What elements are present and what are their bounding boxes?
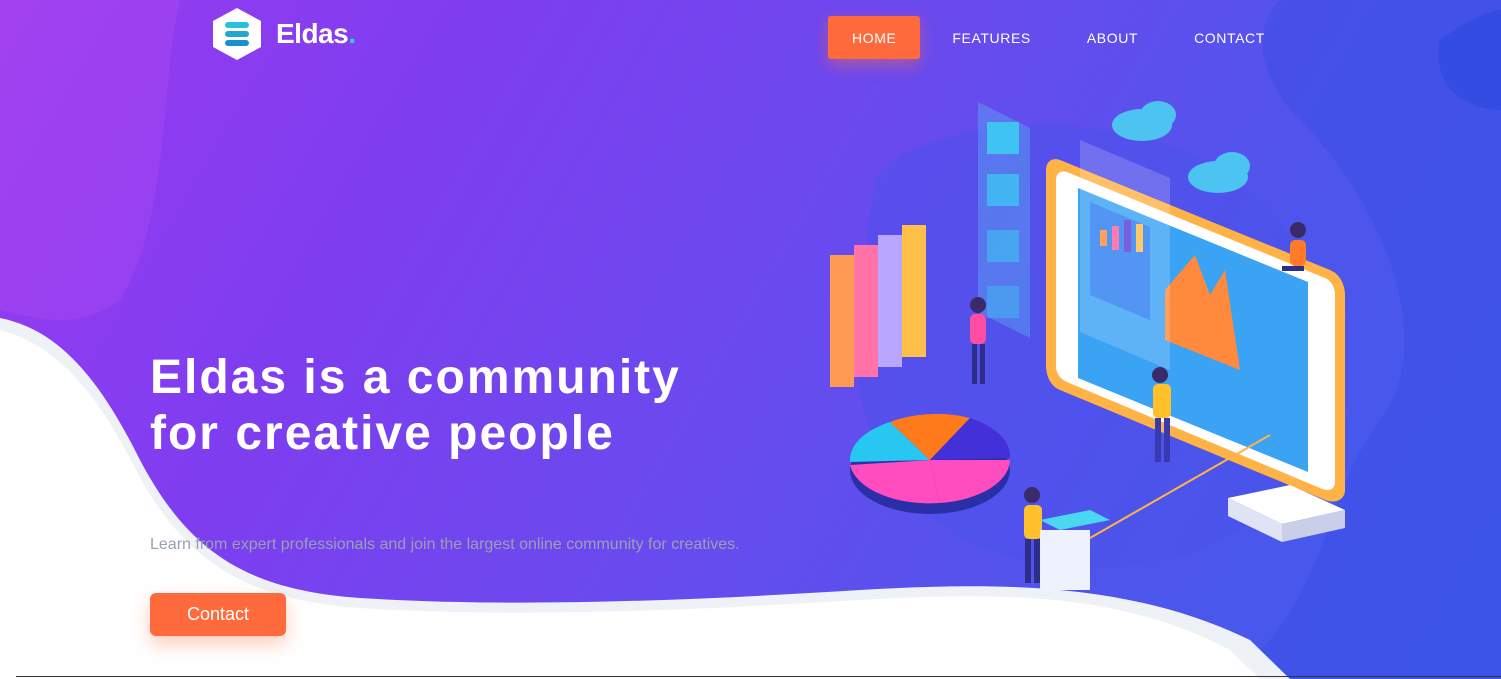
logo-hexagon-icon [213, 8, 261, 60]
brand-name: Eldas. [276, 18, 356, 50]
brand-dot: . [348, 18, 356, 49]
brand-logo[interactable]: Eldas. [210, 6, 356, 62]
nav-home-link[interactable]: HOME [828, 16, 921, 59]
hero-headline: Eldas is a community for creative people [150, 351, 681, 460]
nav-contact-link[interactable]: CONTACT [1166, 16, 1293, 59]
phone-mockup [1046, 140, 1345, 502]
pie-chart-illustration [849, 413, 1011, 514]
contact-button[interactable]: Contact [150, 593, 286, 636]
brand-name-text: Eldas [276, 18, 349, 49]
nav-features-link[interactable]: FEATURES [924, 16, 1058, 59]
hero-illustration [830, 101, 1345, 590]
app-icons-panel [978, 102, 1030, 338]
hero-section: Eldas. HOME FEATURES ABOUT CONTACT Eldas… [0, 0, 1501, 679]
navbar: Eldas. HOME FEATURES ABOUT CONTACT [0, 0, 1501, 80]
nav-about-link[interactable]: ABOUT [1059, 16, 1166, 59]
hero-subtext: Learn from expert professionals and join… [150, 536, 740, 553]
bottom-divider [16, 676, 1501, 677]
main-nav: HOME FEATURES ABOUT CONTACT [828, 16, 1293, 59]
block-stacks [830, 225, 926, 387]
